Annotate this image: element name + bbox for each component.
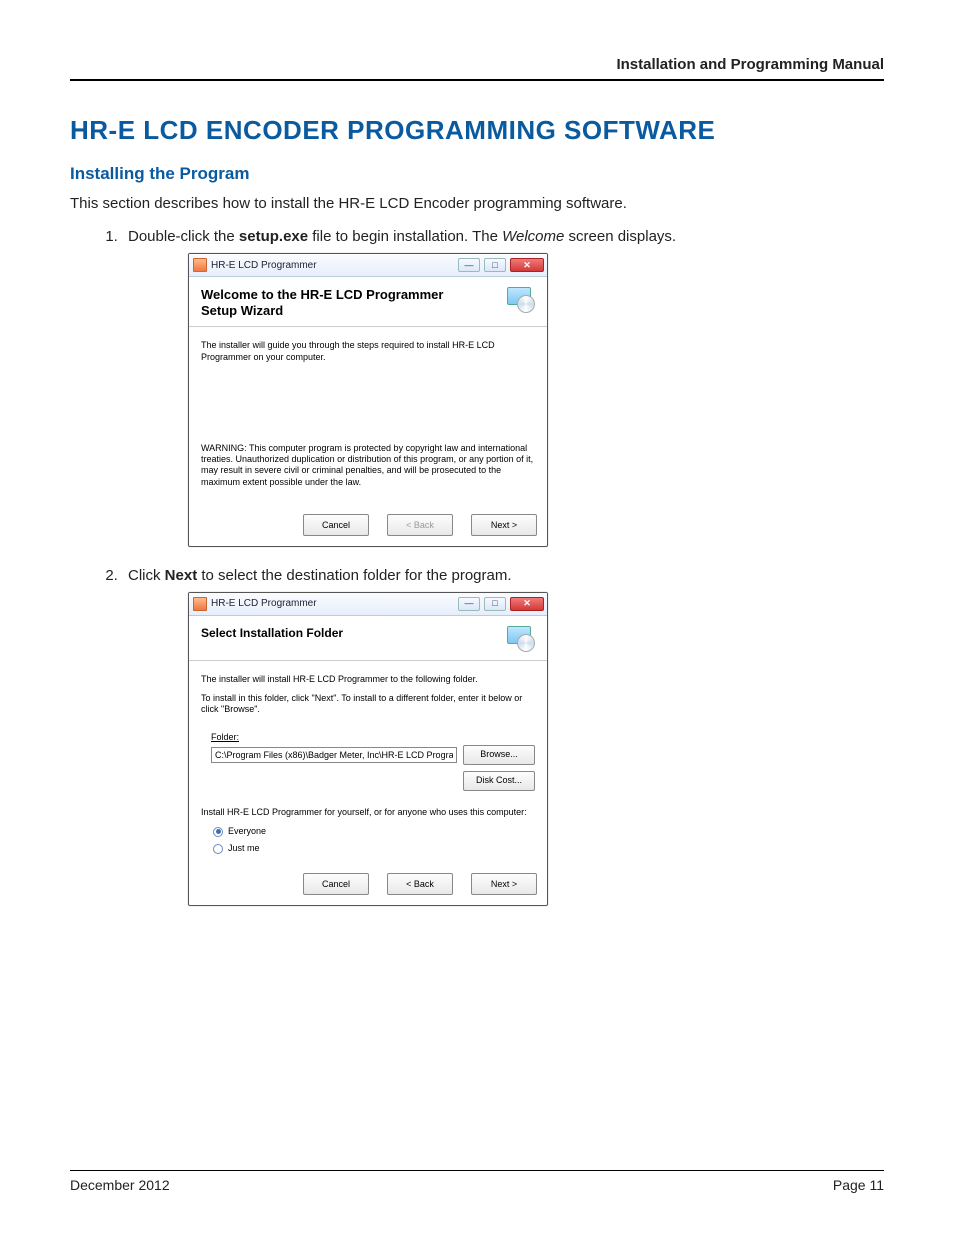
dialog-heading: Welcome to the HR-E LCD Programmer Setup… — [201, 287, 481, 318]
warning-text: WARNING: This computer program is protec… — [201, 443, 535, 488]
footer-page: Page 11 — [833, 1177, 884, 1193]
radio-everyone[interactable] — [213, 827, 223, 837]
radio-everyone-label: Everyone — [228, 826, 266, 837]
back-button[interactable]: < Back — [387, 514, 453, 536]
radio-justme-label: Just me — [228, 843, 260, 854]
disk-cost-button[interactable]: Disk Cost... — [463, 771, 535, 791]
window-title: HR-E LCD Programmer — [211, 598, 454, 609]
close-button[interactable]: ✕ — [510, 258, 544, 272]
installer-icon — [505, 626, 535, 652]
document-page: Installation and Programming Manual HR-E… — [0, 0, 954, 1235]
section-title: HR-E LCD ENCODER PROGRAMMING SOFTWARE — [70, 115, 884, 146]
window-title: HR-E LCD Programmer — [211, 260, 454, 271]
cancel-button[interactable]: Cancel — [303, 873, 369, 895]
footer-date: December 2012 — [70, 1177, 170, 1193]
browse-button[interactable]: Browse... — [463, 745, 535, 765]
dialog-header: Welcome to the HR-E LCD Programmer Setup… — [189, 277, 547, 326]
titlebar: HR-E LCD Programmer — □ ✕ — [189, 593, 547, 616]
radio-everyone-row[interactable]: Everyone — [213, 826, 535, 837]
step-1: Double-click the setup.exe file to begin… — [122, 228, 884, 547]
step-2-text-post: to select the destination folder for the… — [197, 567, 511, 584]
app-icon — [193, 258, 207, 272]
step-2-text-pre: Click — [128, 567, 165, 584]
minimize-button[interactable]: — — [458, 258, 480, 272]
folder-path-input[interactable] — [211, 747, 457, 763]
intro-paragraph: This section describes how to install th… — [70, 194, 884, 214]
separator — [189, 660, 547, 664]
steps-list: Double-click the setup.exe file to begin… — [70, 228, 884, 905]
folder-body-2: To install in this folder, click "Next".… — [201, 693, 535, 716]
installer-welcome-dialog: HR-E LCD Programmer — □ ✕ Welcome to the… — [188, 253, 548, 547]
next-button[interactable]: Next > — [471, 514, 537, 536]
page-footer: December 2012 Page 11 — [70, 1170, 884, 1193]
dialog-body: The installer will guide you through the… — [189, 332, 547, 508]
dialog-heading: Select Installation Folder — [201, 626, 343, 640]
separator — [189, 326, 547, 330]
welcome-body-text: The installer will guide you through the… — [201, 340, 535, 363]
radio-justme[interactable] — [213, 844, 223, 854]
installer-icon — [505, 287, 535, 313]
subsection-title: Installing the Program — [70, 164, 884, 184]
back-button[interactable]: < Back — [387, 873, 453, 895]
next-button[interactable]: Next > — [471, 873, 537, 895]
folder-label: Folder: — [211, 732, 239, 743]
app-icon — [193, 597, 207, 611]
step-1-text-mid: file to begin installation. The — [308, 228, 502, 245]
minimize-button[interactable]: — — [458, 597, 480, 611]
radio-justme-row[interactable]: Just me — [213, 843, 535, 854]
step-1-text-post: screen displays. — [564, 228, 676, 245]
running-header: Installation and Programming Manual — [70, 56, 884, 81]
dialog-footer: Cancel < Back Next > — [189, 867, 547, 905]
maximize-button[interactable]: □ — [484, 258, 506, 272]
dialog-header: Select Installation Folder — [189, 616, 547, 660]
cancel-button[interactable]: Cancel — [303, 514, 369, 536]
step-2-text-bold: Next — [165, 567, 198, 584]
dialog-footer: Cancel < Back Next > — [189, 508, 547, 546]
dialog-body: The installer will install HR-E LCD Prog… — [189, 666, 547, 867]
maximize-button[interactable]: □ — [484, 597, 506, 611]
install-for-text: Install HR-E LCD Programmer for yourself… — [201, 807, 535, 818]
step-1-text-pre: Double-click the — [128, 228, 239, 245]
step-1-text-bold: setup.exe — [239, 228, 308, 245]
close-button[interactable]: ✕ — [510, 597, 544, 611]
titlebar: HR-E LCD Programmer — □ ✕ — [189, 254, 547, 277]
installer-folder-dialog: HR-E LCD Programmer — □ ✕ Select Install… — [188, 592, 548, 906]
folder-body-1: The installer will install HR-E LCD Prog… — [201, 674, 535, 685]
step-1-text-ital: Welcome — [502, 228, 564, 245]
step-2: Click Next to select the destination fol… — [122, 567, 884, 906]
